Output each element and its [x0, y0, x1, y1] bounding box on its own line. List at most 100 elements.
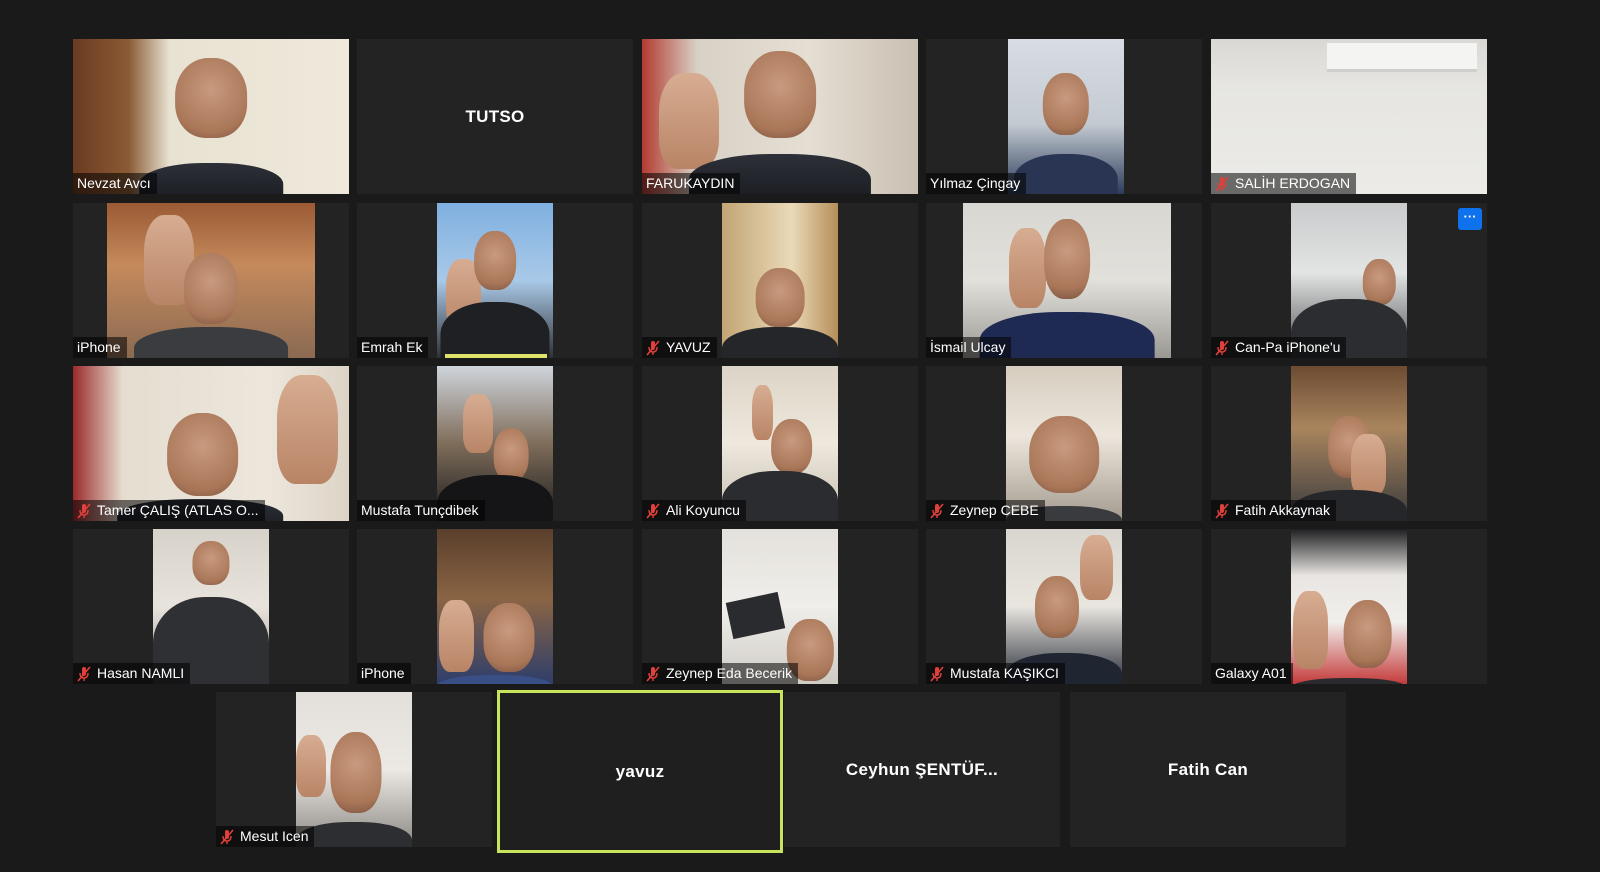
participant-tile[interactable]: Ali Koyuncu [642, 366, 918, 521]
participant-name-bar: Mustafa Tunçdibek [357, 500, 485, 521]
participant-name: Ceyhun ŞENTÜF... [845, 759, 999, 779]
participant-video [296, 692, 412, 847]
participant-tile[interactable]: iPhone [357, 529, 633, 684]
mic-muted-icon [1215, 502, 1229, 519]
participant-name-bar: Yılmaz Çingay [926, 173, 1027, 194]
participant-video [437, 366, 553, 521]
participant-name: İsmail Ulcay [930, 339, 1006, 355]
participant-name-bar: Emrah Ek [357, 337, 429, 358]
speaking-indicator [445, 354, 547, 358]
mic-muted-icon [646, 665, 660, 682]
participant-video [73, 366, 349, 521]
participant-name-bar: YAVUZ [642, 337, 717, 358]
participant-tile[interactable]: ··· Can-Pa iPhone'u [1211, 203, 1487, 358]
participant-name-bar: Mustafa KAŞIKCI [926, 663, 1065, 684]
participant-tile[interactable]: İsmail Ulcay [926, 203, 1202, 358]
participant-tile[interactable]: Galaxy A01 [1211, 529, 1487, 684]
mic-muted-icon [1215, 339, 1229, 356]
participant-name-bar: Tamer ÇALIŞ (ATLAS O... [73, 500, 265, 521]
participant-name: Fatih Can [1167, 759, 1249, 779]
participant-name: Hasan NAMLI [97, 665, 185, 681]
participant-video [1291, 203, 1407, 358]
participant-video [1006, 529, 1122, 684]
participant-name-bar: iPhone [73, 337, 127, 358]
participant-name-bar: Can-Pa iPhone'u [1211, 337, 1347, 358]
participant-video [963, 203, 1171, 358]
participant-tile[interactable]: TUTSO [357, 39, 633, 194]
participant-name: SALİH ERDOGAN [1235, 175, 1351, 191]
mic-muted-icon [646, 502, 660, 519]
participant-name-bar: Galaxy A01 [1211, 663, 1293, 684]
participant-video [1008, 39, 1124, 194]
participant-name: Zeynep CEBE [950, 502, 1039, 518]
participant-name: yavuz [615, 761, 665, 781]
participant-video [153, 529, 269, 684]
participant-video [107, 203, 315, 358]
participant-video [1006, 366, 1122, 521]
participant-tile[interactable]: Fatih Akkaynak [1211, 366, 1487, 521]
participant-video [437, 529, 553, 684]
participant-tile[interactable]: Mesut Icen [216, 692, 492, 847]
participant-name: Can-Pa iPhone'u [1235, 339, 1341, 355]
participant-name-bar: İsmail Ulcay [926, 337, 1012, 358]
participant-name: Mesut Icen [240, 828, 309, 844]
participant-video [1291, 366, 1407, 521]
participant-video [722, 203, 838, 358]
mic-muted-icon [930, 502, 944, 519]
participant-tile[interactable]: Emrah Ek [357, 203, 633, 358]
participant-video [642, 39, 918, 194]
participant-name: iPhone [361, 665, 405, 681]
participant-name: Fatih Akkaynak [1235, 502, 1330, 518]
participant-name-bar: Zeynep Eda Becerik [642, 663, 799, 684]
participant-tile[interactable]: iPhone [73, 203, 349, 358]
participant-tile[interactable]: Fatih Can [1070, 692, 1346, 847]
participant-name: Mustafa KAŞIKCI [950, 665, 1059, 681]
participant-tile[interactable]: Hasan NAMLI [73, 529, 349, 684]
gallery-view: Nevzat Avcı TUTSO FARUKAYDIN Yılmaz Çing… [0, 0, 1600, 872]
participant-name-bar: Ali Koyuncu [642, 500, 746, 521]
mic-muted-icon [220, 828, 234, 845]
participant-name: Ali Koyuncu [666, 502, 740, 518]
participant-tile[interactable]: SALİH ERDOGAN [1211, 39, 1487, 194]
participant-tile[interactable]: Mustafa KAŞIKCI [926, 529, 1202, 684]
participant-name: Emrah Ek [361, 339, 423, 355]
participant-tile[interactable]: Ceyhun ŞENTÜF... [784, 692, 1060, 847]
participant-name: TUTSO [465, 106, 525, 126]
mic-muted-icon [646, 339, 660, 356]
participant-tile[interactable]: Nevzat Avcı [73, 39, 349, 194]
participant-tile[interactable]: Tamer ÇALIŞ (ATLAS O... [73, 366, 349, 521]
participant-video [73, 39, 349, 194]
participant-video [437, 203, 553, 358]
mic-muted-icon [1215, 175, 1229, 192]
participant-tile[interactable]: Zeynep CEBE [926, 366, 1202, 521]
participant-name-bar: Mesut Icen [216, 826, 315, 847]
participant-name: Mustafa Tunçdibek [361, 502, 479, 518]
participant-name: Galaxy A01 [1215, 665, 1287, 681]
participant-name: Nevzat Avcı [77, 175, 151, 191]
participant-video [1211, 39, 1487, 194]
participant-tile[interactable]: Yılmaz Çingay [926, 39, 1202, 194]
mic-muted-icon [77, 502, 91, 519]
participant-tile[interactable]: FARUKAYDIN [642, 39, 918, 194]
participant-name-bar: Hasan NAMLI [73, 663, 191, 684]
participant-tile[interactable]: Mustafa Tunçdibek [357, 366, 633, 521]
participant-name-bar: Nevzat Avcı [73, 173, 157, 194]
participant-name-bar: FARUKAYDIN [642, 173, 741, 194]
participant-video [722, 366, 838, 521]
more-options-button[interactable]: ··· [1458, 208, 1482, 230]
participant-tile[interactable]: YAVUZ [642, 203, 918, 358]
participant-name: FARUKAYDIN [646, 175, 735, 191]
active-speaker-tile[interactable]: yavuz [497, 690, 783, 853]
participant-tile[interactable]: Zeynep Eda Becerik [642, 529, 918, 684]
participant-name: Tamer ÇALIŞ (ATLAS O... [97, 502, 259, 518]
participant-name: Yılmaz Çingay [930, 175, 1021, 191]
participant-video [1291, 529, 1407, 684]
participant-name-bar: SALİH ERDOGAN [1211, 173, 1357, 194]
participant-name-bar: iPhone [357, 663, 411, 684]
mic-muted-icon [930, 665, 944, 682]
participant-name: YAVUZ [666, 339, 711, 355]
participant-name-bar: Zeynep CEBE [926, 500, 1045, 521]
participant-name: Zeynep Eda Becerik [666, 665, 793, 681]
participant-video [722, 529, 838, 684]
participant-name: iPhone [77, 339, 121, 355]
